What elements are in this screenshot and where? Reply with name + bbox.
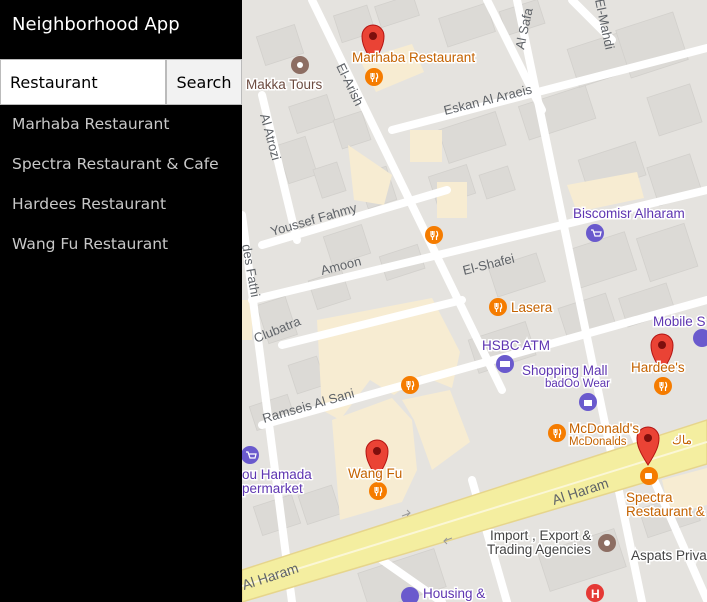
- place-label-mcdonalds-2: McDonalds: [569, 436, 627, 448]
- restaurant-icon[interactable]: [365, 68, 383, 86]
- results-list: Marhaba Restaurant Spectra Restaurant & …: [0, 106, 242, 266]
- svg-text:H: H: [591, 587, 600, 601]
- place-label-mcdonalds-ar: ماك: [672, 433, 692, 447]
- sidebar: Neighborhood App Search Marhaba Restaura…: [0, 0, 242, 602]
- restaurant-icon[interactable]: [369, 482, 387, 500]
- place-label-lasera: Lasera: [511, 300, 553, 315]
- restaurant-icon[interactable]: [548, 424, 566, 442]
- restaurant-icon[interactable]: [425, 226, 443, 244]
- map-canvas[interactable]: Al Safa El-Mahdi El-Arish Eskan Al Araei…: [242, 0, 707, 602]
- restaurant-icon[interactable]: [654, 377, 672, 395]
- restaurant-icon[interactable]: [489, 298, 507, 316]
- place-label-abou-hamada-1: ou Hamada: [242, 467, 312, 482]
- app-title: Neighborhood App: [12, 14, 180, 35]
- place-label-spectra-1: Spectra: [626, 490, 673, 505]
- place-label-housing: Housing &: [423, 586, 485, 601]
- cafe-icon[interactable]: [640, 467, 658, 485]
- map[interactable]: Al Safa El-Mahdi El-Arish Eskan Al Araei…: [242, 0, 707, 602]
- brown-place-icon[interactable]: [598, 534, 616, 552]
- shopping-cart-icon[interactable]: [586, 224, 604, 242]
- place-label-shopping-mall: Shopping Mall: [522, 363, 608, 378]
- atm-icon[interactable]: [496, 355, 514, 373]
- place-label-mobile: Mobile S: [653, 314, 706, 329]
- place-label-aspats: Aspats Priva: [631, 548, 707, 563]
- place-label-hardees: Hardee's: [631, 360, 685, 375]
- place-label-spectra-2: Restaurant &: [626, 504, 705, 519]
- place-label-abou-hamada-2: permarket: [242, 481, 303, 496]
- place-label-import-2: Trading Agencies: [487, 542, 591, 557]
- result-item-marhaba[interactable]: Marhaba Restaurant: [0, 106, 242, 146]
- place-label-marhaba: Marhaba Restaurant: [352, 50, 475, 65]
- place-label-biscomisr: Biscomisr Alharam: [573, 206, 685, 221]
- result-item-wang-fu[interactable]: Wang Fu Restaurant: [0, 226, 242, 266]
- hospital-icon[interactable]: H: [586, 584, 604, 602]
- search-button[interactable]: Search: [166, 59, 242, 105]
- place-label-badoo-wear: badOo Wear: [545, 378, 610, 390]
- restaurant-icon[interactable]: [401, 376, 419, 394]
- place-label-hsbc-atm: HSBC ATM: [482, 338, 550, 353]
- shopping-bag-icon[interactable]: [579, 393, 597, 411]
- search-input[interactable]: [0, 59, 166, 105]
- place-label-makka-tours: Makka Tours: [246, 77, 323, 92]
- place-label-mcdonalds-1: McDonald's: [569, 421, 639, 436]
- place-label-wang-fu: Wang Fu: [348, 466, 402, 481]
- camera-icon[interactable]: [291, 56, 309, 74]
- place-label-import-1: Import , Export &: [490, 528, 591, 543]
- result-item-hardees[interactable]: Hardees Restaurant: [0, 186, 242, 226]
- result-item-spectra[interactable]: Spectra Restaurant & Cafe: [0, 146, 242, 186]
